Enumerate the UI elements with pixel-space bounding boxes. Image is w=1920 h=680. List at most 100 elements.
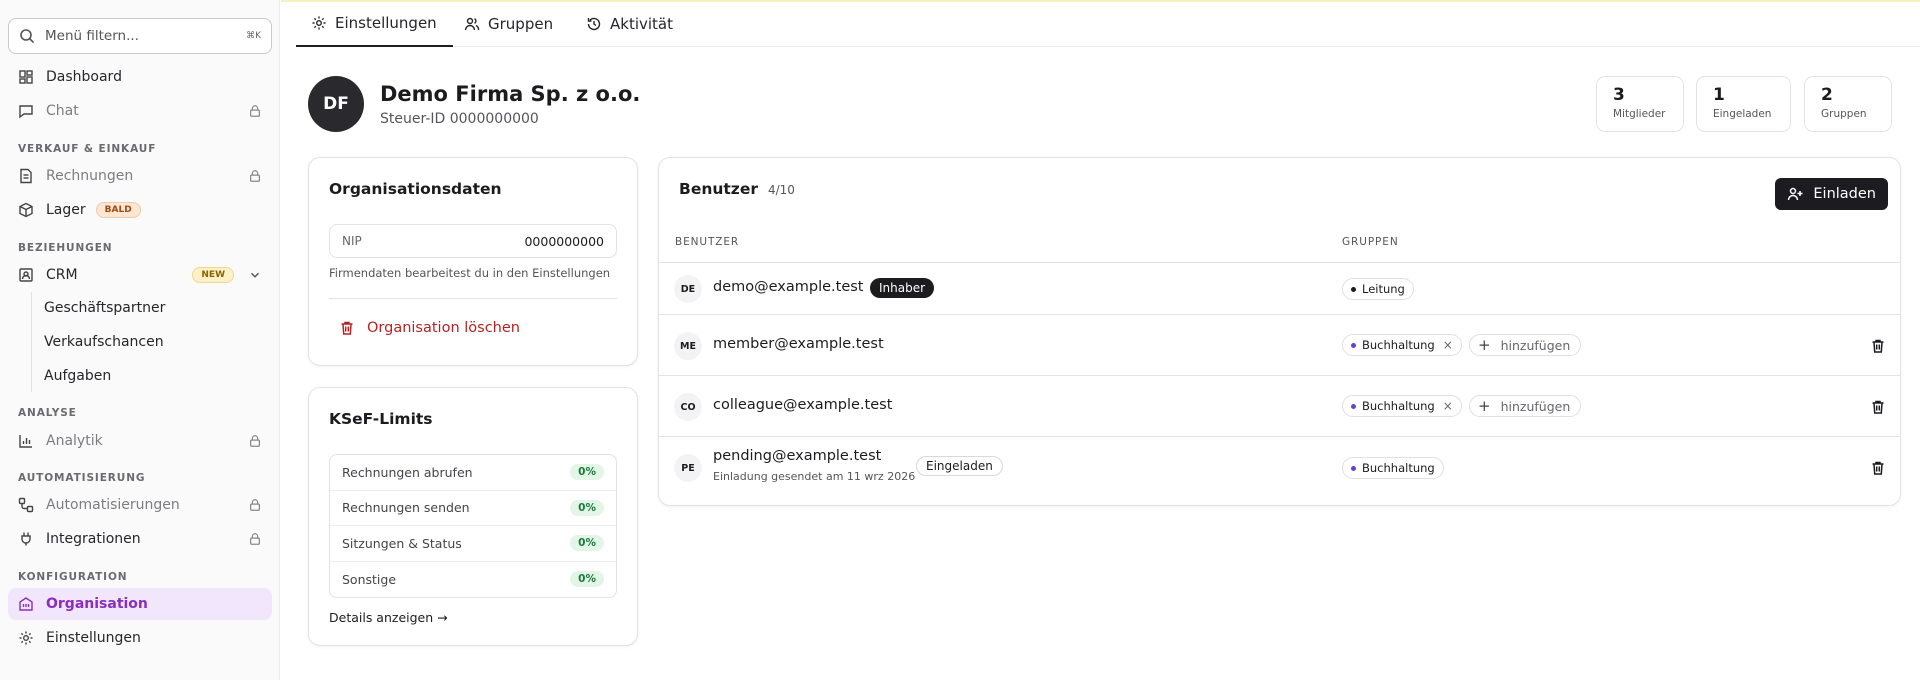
limit-percent: 0% [570,499,604,516]
plug-icon [21,532,31,546]
invite-button[interactable]: Einladen [1775,178,1888,210]
invite-label: Einladen [1813,186,1876,202]
add-group-button[interactable]: + hinzufügen [1469,334,1582,356]
tab-label: Aktivität [610,14,673,33]
table-row: CO colleague@example.test Buchhaltung × … [659,377,1900,437]
sidebar-item-einstellungen[interactable]: Einstellungen [8,622,272,654]
table-row: ME member@example.test Buchhaltung × + h… [659,316,1900,376]
plus-icon: + [1478,397,1491,415]
sidebar-item-integrationen[interactable]: Integrationen [8,523,272,555]
trash-icon [341,321,353,335]
users-icon [464,17,480,30]
owner-badge: Inhaber [870,278,935,298]
submenu-line [31,292,32,392]
users-card: Benutzer 4/10 Einladen BENUTZER GRUPPEN … [658,157,1901,506]
workflow-icon [18,497,34,513]
dashboard-icon [19,70,33,84]
group-dot [1351,286,1356,292]
sidebar-item-aufgaben[interactable]: Aufgaben [44,361,111,391]
menu-search-input[interactable]: Menü filtern... ⌘K [8,18,272,54]
limit-label: Rechnungen abrufen [342,464,473,480]
sidebar-item-label: Chat [46,103,79,119]
gear-icon [312,16,326,29]
tab-label: Gruppen [488,14,554,33]
avatar: PE [674,454,702,482]
sidebar-item-lager[interactable]: Lager BALD [8,194,272,226]
user-plus-icon [1788,187,1803,201]
group-dot [1351,465,1356,471]
sidebar-item-label: Einstellungen [46,630,141,646]
lock-icon [250,170,260,182]
group-chip: Buchhaltung [1342,457,1444,479]
limit-percent: 0% [570,464,604,481]
nip-value: 0000000000 [524,233,604,249]
table-row: PE pending@example.test Einladung gesend… [659,438,1900,498]
limit-row: Sonstige 0% [330,562,616,598]
limit-percent: 0% [570,535,604,552]
stat-value: 2 [1821,85,1833,105]
limit-percent: 0% [570,571,604,588]
search-shortcut: ⌘K [246,31,261,41]
org-name: Demo Firma Sp. z o.o. [380,82,641,106]
org-tax-id: Steuer-ID 0000000000 [380,111,539,127]
group-name: Buchhaltung [1362,338,1435,352]
trash-icon[interactable] [1870,399,1886,415]
lock-icon [250,105,260,117]
tab-einstellungen[interactable]: Einstellungen [296,0,453,47]
delete-label: Organisation löschen [367,320,520,336]
sidebar-item-label: Organisation [46,596,148,612]
group-chip: Buchhaltung × [1342,395,1462,417]
invitation-date: Einladung gesendet am 11 wrz 2026 [713,470,916,483]
search-placeholder: Menü filtern... [45,28,139,44]
group-dot [1351,342,1356,348]
contact-icon [19,268,33,282]
close-icon[interactable]: × [1443,338,1453,352]
sidebar-item-organisation[interactable]: Organisation [8,588,272,620]
details-link[interactable]: Details anzeigen → [329,610,448,625]
section-beziehungen: BEZIEHUNGEN [18,242,113,254]
limit-row: Rechnungen abrufen 0% [330,455,616,491]
sidebar-item-crm[interactable]: CRM NEW [8,259,272,291]
chat-icon [19,105,33,119]
user-email: member@example.test [713,336,884,352]
lock-icon [250,499,260,511]
users-header: Benutzer 4/10 [679,180,795,198]
user-email: colleague@example.test [713,397,893,413]
add-label: hinzufügen [1500,398,1571,414]
tab-aktivitaet[interactable]: Aktivität [586,0,673,47]
delete-organisation-button[interactable]: Organisation löschen [339,320,520,336]
card-title: KSeF-Limits [329,410,433,428]
sidebar-item-chat[interactable]: Chat [8,95,272,127]
card-title: Benutzer [679,180,758,198]
sidebar-item-geschaeftspartner[interactable]: Geschäftspartner [44,293,165,323]
chevron-down-icon[interactable] [248,268,262,282]
sidebar-item-dashboard[interactable]: Dashboard [8,61,272,93]
add-label: hinzufügen [1500,337,1571,353]
sidebar-item-rechnungen[interactable]: Rechnungen [8,160,272,192]
close-icon[interactable]: × [1443,399,1453,413]
pending-badge: Eingeladen [916,456,1003,476]
sidebar-item-analytik[interactable]: Analytik [8,425,272,457]
trash-icon[interactable] [1870,338,1886,354]
group-name: Buchhaltung [1362,461,1435,475]
group-chip: Leitung [1342,278,1414,300]
add-group-button[interactable]: + hinzufügen [1469,395,1582,417]
stat-groups: 2 Gruppen [1804,76,1892,132]
document-icon [20,168,32,184]
group-name: Buchhaltung [1362,399,1435,413]
coming-soon-badge: BALD [95,202,141,218]
ksef-limits-card: KSeF-Limits Rechnungen abrufen 0% Rechnu… [308,387,638,646]
users-count: 4/10 [767,183,795,197]
sidebar-item-label: Integrationen [46,531,141,547]
trash-icon[interactable] [1870,460,1886,476]
group-name: Leitung [1362,282,1405,296]
sidebar-item-verkaufschancen[interactable]: Verkaufschancen [44,327,164,357]
sidebar-item-label: Analytik [46,433,103,449]
group-chip: Buchhaltung × [1342,334,1462,356]
column-header-groups: GRUPPEN [1342,236,1399,248]
tab-gruppen[interactable]: Gruppen [464,0,553,47]
lock-icon [250,435,260,447]
user-email: pending@example.test [713,448,882,464]
box-icon [19,202,33,218]
sidebar-item-automatisierungen[interactable]: Automatisierungen [8,489,272,521]
